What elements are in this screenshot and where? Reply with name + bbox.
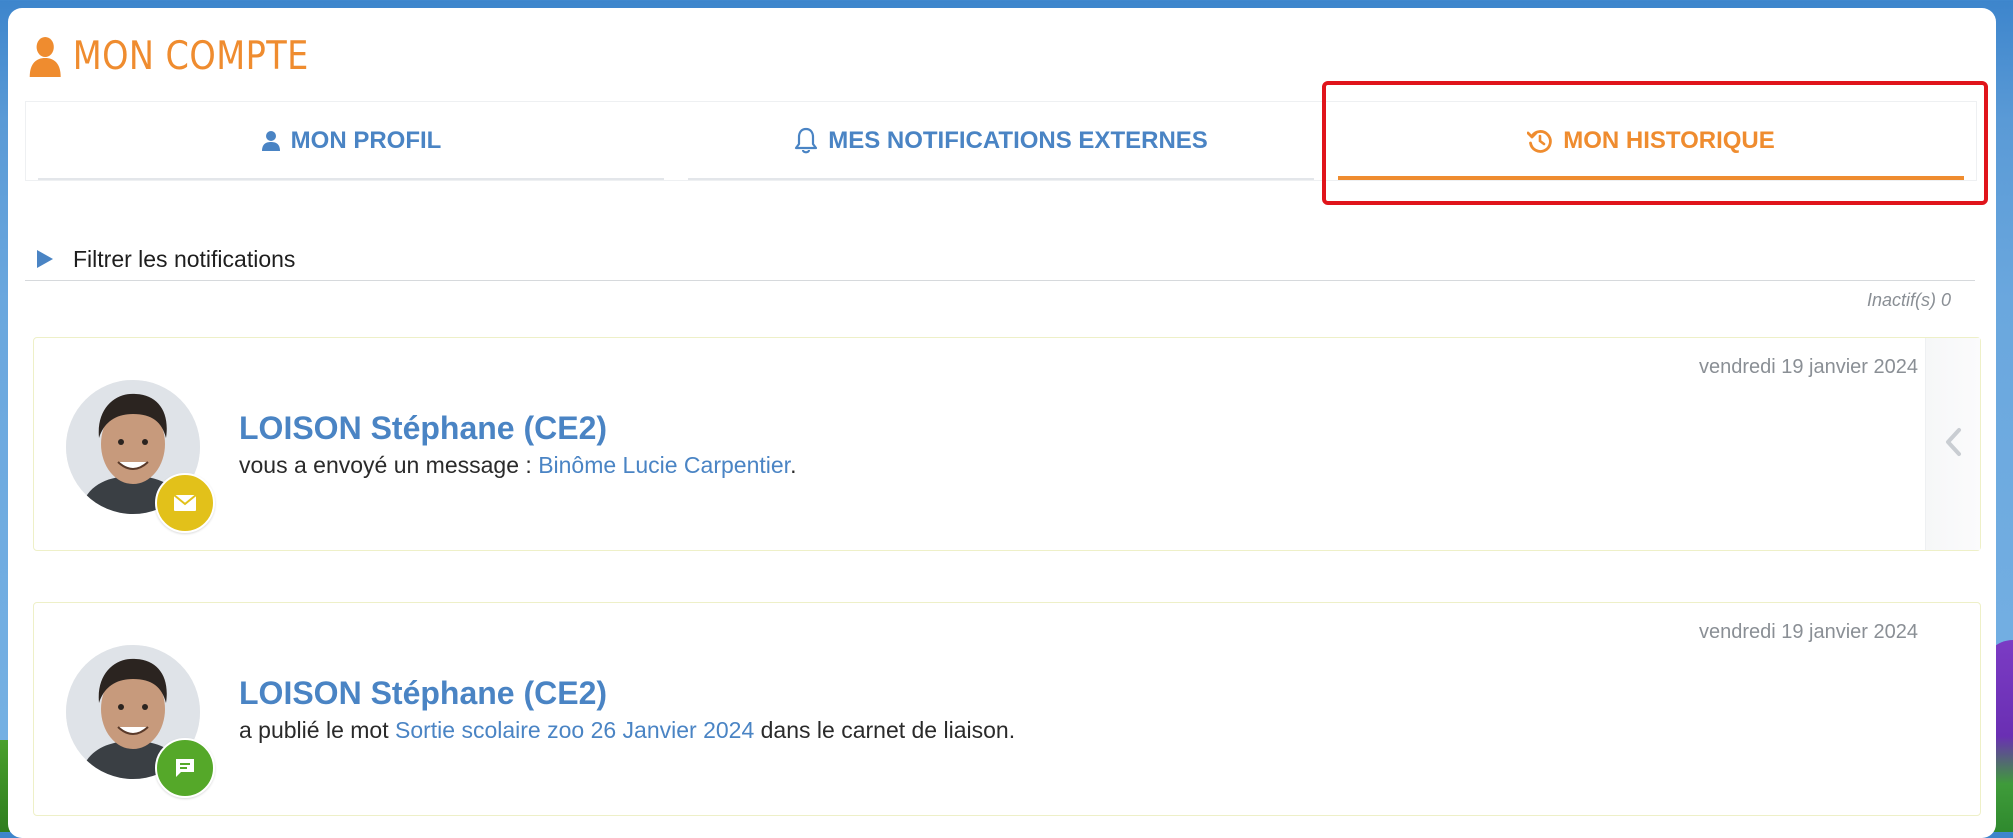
page-title: MON COMPTE [28,30,309,82]
notification-date: vendredi 19 janvier 2024 [1698,621,1918,643]
notification-text-after: . [790,452,797,478]
notification-text: vous a envoyé un message : Binôme Lucie … [239,452,796,479]
tab-mon-profil[interactable]: MON PROFIL [26,102,676,180]
page-title-text: MON COMPTE [72,33,309,79]
tab-mes-notifications-externes[interactable]: MES NOTIFICATIONS EXTERNES [676,102,1326,180]
tab-mon-historique[interactable]: MON HISTORIQUE [1326,102,1976,180]
notification-date: vendredi 19 janvier 2024 [1698,356,1918,378]
notification-author[interactable]: LOISON Stéphane (CE2) [239,675,607,712]
account-panel: MON COMPTE MON PROFIL MES NOTIFICATIONS … [8,8,1996,838]
notification-link[interactable]: Sortie scolaire zoo 26 Janvier 2024 [395,717,754,743]
chevron-left-icon [1944,427,1962,462]
notification-card[interactable]: vendredi 19 janvier 2024 LOISON Stéphane… [33,337,1981,551]
user-icon [28,35,62,77]
filter-toggle[interactable]: Filtrer les notifications [25,238,1975,281]
inactive-count: Inactif(s) 0 [1866,290,1951,310]
chat-bubble-icon [155,738,215,798]
notification-author[interactable]: LOISON Stéphane (CE2) [239,410,607,447]
tab-label: MON PROFIL [290,127,442,154]
bell-icon [794,127,818,155]
notification-text-after: dans le carnet de liaison. [754,717,1016,743]
history-icon [1527,128,1553,154]
account-tabs: MON PROFIL MES NOTIFICATIONS EXTERNES MO… [25,101,1977,181]
notification-link[interactable]: Binôme Lucie Carpentier [538,452,790,478]
notification-text-before: vous a envoyé un message : [239,452,539,478]
envelope-icon [155,473,215,533]
filter-label: Filtrer les notifications [73,245,296,272]
notification-text: a publié le mot Sortie scolaire zoo 26 J… [239,717,1015,744]
expand-toggle[interactable] [1925,338,1980,550]
triangle-right-icon [37,250,53,268]
notification-text-before: a publié le mot [239,717,395,743]
notification-card[interactable]: vendredi 19 janvier 2024 LOISON Stéphane… [33,602,1981,816]
tab-label: MON HISTORIQUE [1563,127,1775,154]
user-icon [261,130,281,152]
tab-label: MES NOTIFICATIONS EXTERNES [828,127,1208,154]
